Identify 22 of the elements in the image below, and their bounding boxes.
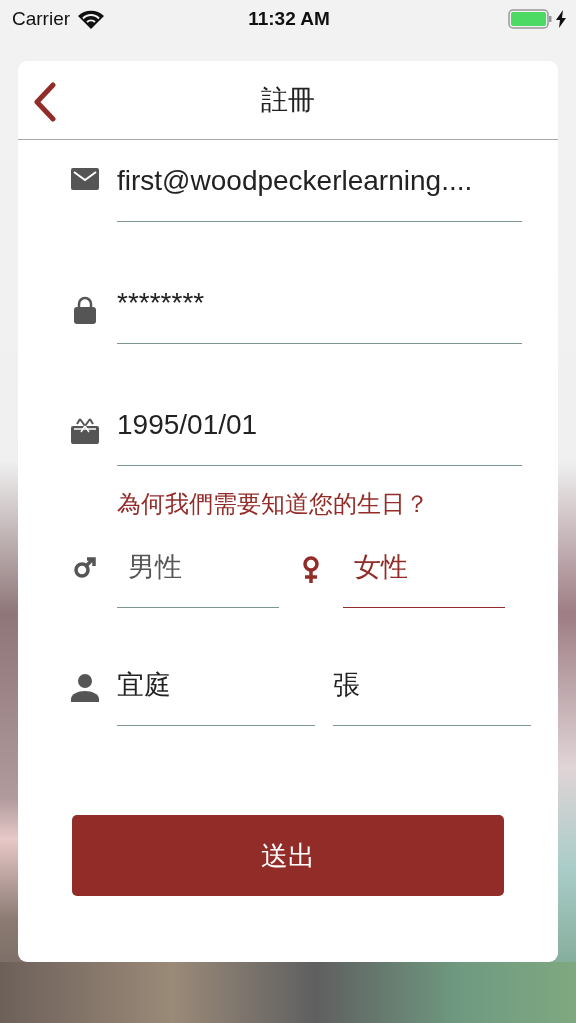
family-name-field[interactable]: 張	[333, 644, 531, 726]
back-chevron-icon	[33, 82, 57, 122]
carrier-label: Carrier	[12, 8, 71, 30]
male-symbol-icon	[73, 556, 96, 578]
birthday-info-link[interactable]: 為何我們需要知道您的生日？	[117, 490, 429, 518]
gender-option[interactable]: 男性	[117, 526, 279, 608]
email-field[interactable]: first@woodpeckerlearning....	[117, 140, 522, 222]
submit-button[interactable]: 送出	[72, 815, 504, 896]
gender-option[interactable]: 女性	[343, 526, 505, 608]
birthday-field[interactable]: 1995/01/01	[117, 384, 522, 466]
lock-icon	[73, 296, 96, 324]
password-field[interactable]: ********	[117, 262, 522, 344]
page-title: 註冊	[261, 83, 315, 117]
gift-icon	[70, 418, 99, 444]
person-icon	[70, 674, 99, 702]
wifi-icon	[78, 9, 105, 29]
envelope-icon	[70, 168, 99, 190]
female-symbol-icon	[302, 556, 320, 584]
battery-icon	[508, 9, 552, 29]
given-name-field[interactable]: 宜庭	[117, 644, 315, 726]
charging-bolt-icon	[556, 10, 566, 28]
clock-time: 11:32 AM	[248, 8, 330, 30]
